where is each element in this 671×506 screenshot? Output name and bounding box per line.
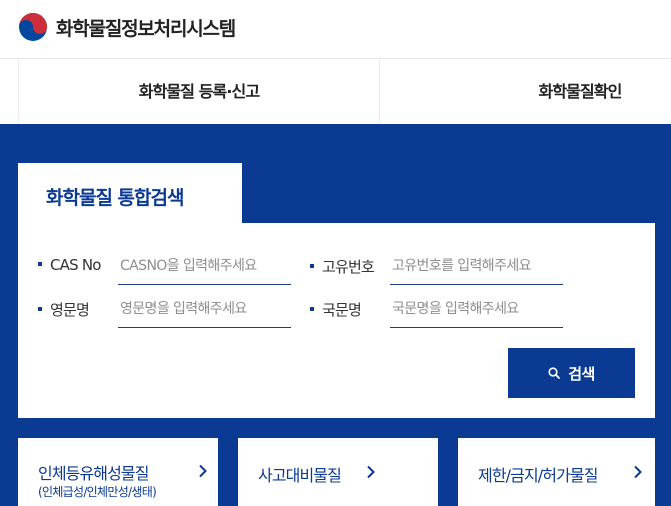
card-title: 사고대비물질 [258,466,342,485]
korean-name-input[interactable] [390,290,563,328]
unique-number-label-text: 고유번호 [322,258,375,276]
taegeuk-logo-icon[interactable] [17,11,49,43]
unique-number-label: 고유번호 [310,256,375,277]
bullet-icon [38,261,42,266]
site-header: 화학물질정보처리시스템 [0,0,671,58]
card-restricted-substances[interactable]: 제한/금지/허가물질 [458,438,655,506]
site-title[interactable]: 화학물질정보처리시스템 [56,14,236,41]
nav-item-chemical-registration[interactable]: 화학물질 등록·신고 [18,59,380,124]
tab-label: 화학물질 통합검색 [46,187,184,209]
search-icon [548,367,561,379]
bullet-icon [310,263,314,268]
tab-integrated-search[interactable]: 화학물질 통합검색 [18,163,242,223]
english-name-label: 영문명 [38,299,90,320]
card-title: 제한/금지/허가물질 [478,466,598,485]
unique-number-input[interactable] [390,247,563,285]
card-hazardous-substances[interactable]: 인체등유해성물질 (인체급성/인체만성/생태) [18,438,218,506]
cas-no-label: CAS No [38,256,101,274]
cas-no-input[interactable] [118,247,291,285]
search-button-label: 검색 [568,364,595,383]
chevron-right-icon [367,465,375,479]
main-nav: 화학물질 등록·신고 화학물질확인 [0,58,671,124]
nav-item-chemical-check[interactable]: 화학물질확인 [500,59,660,124]
chevron-right-icon [199,464,207,478]
korean-name-label-text: 국문명 [322,301,362,319]
cas-no-label-text: CAS No [50,256,101,274]
english-name-label-text: 영문명 [50,301,90,319]
search-section: 화학물질 통합검색 CAS No 고유번호 영문명 국문명 검색 인체등유해성물… [0,124,671,506]
card-title: 인체등유해성물질 [38,464,149,483]
bullet-icon [310,306,314,311]
search-button[interactable]: 검색 [508,348,635,398]
card-accident-preparedness[interactable]: 사고대비물질 [238,438,438,506]
bullet-icon [38,306,42,311]
english-name-input[interactable] [118,290,291,328]
search-panel: CAS No 고유번호 영문명 국문명 검색 [18,223,655,418]
korean-name-label: 국문명 [310,299,362,320]
chevron-right-icon [634,465,642,479]
card-subtitle: (인체급성/인체만성/생태) [38,485,157,499]
